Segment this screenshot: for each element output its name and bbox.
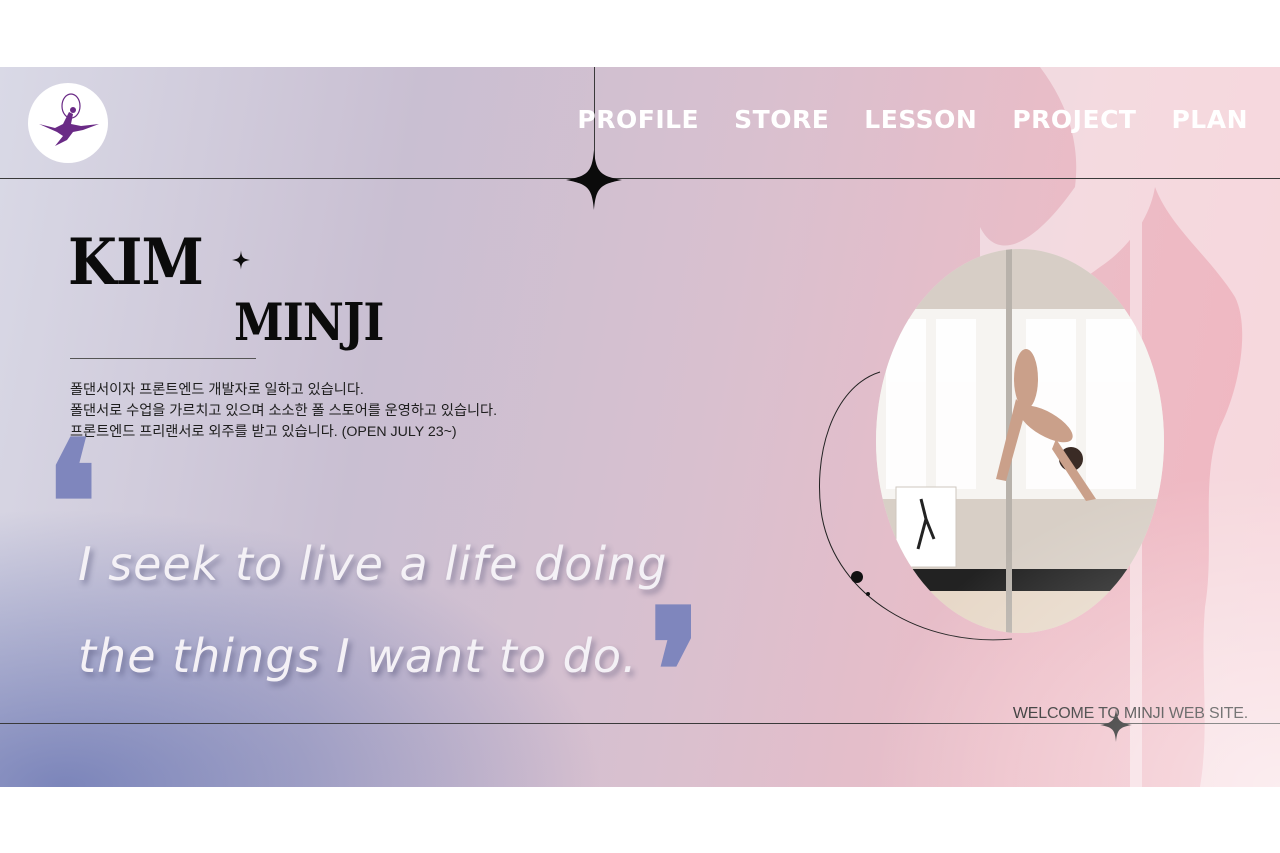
intro-text: 폴댄서이자 프론트엔드 개발자로 일하고 있습니다. 폴댄서로 수업을 가르치고…	[70, 380, 497, 443]
intro-line: 폴댄서로 수업을 가르치고 있으며 소소한 폴 스토어를 운영하고 있습니다.	[70, 403, 498, 419]
last-name: MINJI	[234, 293, 384, 353]
intro-line: 폴댄서이자 프론트엔드 개발자로 일하고 있습니다.	[70, 382, 364, 398]
first-name: KIM	[68, 225, 204, 300]
main-nav: PROFILE STORE LESSON PROJECT PLAN	[577, 105, 1248, 134]
nav-project[interactable]: PROJECT	[1012, 105, 1136, 134]
logo[interactable]	[28, 83, 108, 163]
divider-top	[0, 178, 1280, 179]
welcome-text: WELCOME TO MINJI WEB SITE.	[1012, 705, 1248, 722]
intro-line: 프론트엔드 프리랜서로 외주를 받고 있습니다. (OPEN JULY 23~)	[70, 424, 457, 440]
sparkle-star-tiny-icon	[232, 250, 250, 270]
divider-bottom	[0, 723, 1280, 724]
nav-lesson[interactable]: LESSON	[864, 105, 977, 134]
aerial-dancer-icon	[39, 93, 99, 146]
sparkle-star-icon	[566, 150, 622, 210]
hero-section: PROFILE STORE LESSON PROJECT PLAN KIM MI…	[0, 67, 1280, 787]
nav-store[interactable]: STORE	[734, 105, 829, 134]
nav-profile[interactable]: PROFILE	[577, 105, 699, 134]
quote-line-2: the things I want to do.	[78, 629, 638, 683]
close-quote-mark: ❜	[648, 572, 703, 772]
name-underline	[70, 358, 256, 359]
nav-plan[interactable]: PLAN	[1171, 105, 1248, 134]
pole-dance-photo	[876, 249, 1164, 633]
studio-photo-illustration	[876, 249, 1164, 633]
quote-line-1: I seek to live a life doing	[78, 537, 668, 591]
